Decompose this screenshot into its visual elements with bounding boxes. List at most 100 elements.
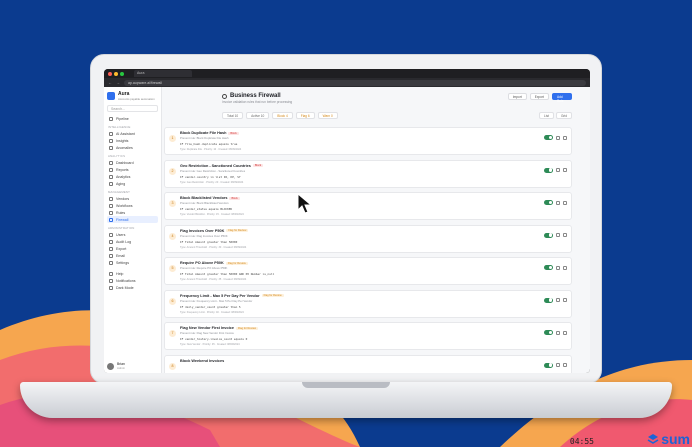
browser-tab[interactable]: Aura bbox=[134, 70, 192, 77]
filter-active[interactable]: Active 10 bbox=[246, 112, 270, 119]
sidebar-item-aging[interactable]: Aging bbox=[107, 180, 158, 187]
rule-condition: IF vendor_status equals BLOCKED bbox=[180, 207, 233, 211]
moon-icon bbox=[109, 285, 113, 290]
sidebar-item-vendors[interactable]: Vendors bbox=[107, 195, 158, 202]
section-title: ANALYTICS bbox=[108, 154, 126, 158]
back-arrow-icon[interactable]: ← bbox=[108, 80, 112, 85]
import-button[interactable]: Import bbox=[507, 93, 527, 100]
minimize-window-icon[interactable] bbox=[114, 71, 118, 76]
rule-card[interactable]: 2 Geo Restriction - Sanctioned Countries… bbox=[164, 159, 572, 188]
sidebar-item-notifications[interactable]: Notifications bbox=[107, 277, 158, 284]
rule-card[interactable]: 7 Flag New Vendor First Invoice Flag for… bbox=[164, 322, 572, 350]
rule-meta: Type: New Vendor · Priority: 45 · Create… bbox=[180, 343, 240, 346]
rule-title-text: Geo Restriction - Sanctioned Countries bbox=[180, 163, 251, 168]
rule-title-text: Block Duplicate File Hash bbox=[180, 131, 227, 135]
rule-enabled-toggle[interactable] bbox=[544, 232, 553, 238]
rule-card[interactable]: 5 Require PO Above P50K Flag for Review … bbox=[164, 257, 572, 285]
sidebar-item-rules[interactable]: Rules bbox=[107, 209, 158, 216]
rule-condition: IF Total Amount greater than 50000 bbox=[180, 239, 238, 244]
page-subtitle: Invoice validation rules that run before… bbox=[222, 100, 293, 104]
rule-enabled-toggle[interactable] bbox=[544, 265, 553, 270]
sidebar-item-users[interactable]: Users bbox=[107, 231, 158, 238]
brand-subtitle: Accounts payable automation bbox=[118, 97, 155, 101]
rule-card[interactable]: 6 Frequency Limit - Max 5 Per Day Per Ve… bbox=[164, 289, 572, 318]
rule-enabled-toggle[interactable] bbox=[544, 362, 553, 368]
sidebar-item-settings[interactable]: Settings bbox=[107, 259, 158, 266]
rule-title: Block Blacklisted Vendors Block bbox=[180, 196, 567, 200]
search-input[interactable]: Search... bbox=[107, 105, 158, 112]
rule-number: 3 bbox=[169, 200, 176, 207]
trash-icon[interactable] bbox=[563, 135, 567, 140]
sidebar-item-email[interactable]: Email bbox=[107, 252, 158, 259]
edit-icon[interactable] bbox=[556, 200, 560, 205]
sidebar-item-help[interactable]: Help bbox=[107, 270, 158, 277]
sidebar-item-ai-assistant[interactable]: AI Assistant bbox=[107, 130, 158, 137]
rule-enabled-toggle[interactable] bbox=[544, 135, 553, 140]
add-rule-button[interactable]: Add Rule bbox=[552, 93, 572, 103]
page-header: Business Firewall Invoice validation rul… bbox=[222, 93, 572, 104]
trash-icon[interactable] bbox=[563, 233, 567, 237]
edit-icon[interactable] bbox=[556, 233, 560, 237]
trash-icon[interactable] bbox=[563, 265, 567, 270]
rule-body: Flag Invoices Over P50K Flag for Review … bbox=[180, 229, 567, 249]
forward-arrow-icon[interactable]: → bbox=[116, 80, 120, 85]
sidebar-item-insights[interactable]: Insights bbox=[107, 137, 158, 144]
edit-icon[interactable] bbox=[556, 298, 560, 302]
rule-enabled-toggle[interactable] bbox=[544, 297, 553, 303]
sparkle-icon bbox=[109, 131, 113, 136]
edit-icon[interactable] bbox=[556, 330, 560, 335]
edit-icon[interactable] bbox=[556, 168, 560, 172]
sidebar-item-dark-mode[interactable]: Dark Mode bbox=[107, 284, 158, 291]
rule-card[interactable]: 8 Block Weekend Invoices bbox=[164, 354, 572, 373]
sidebar-item-dashboard[interactable]: Dashboard bbox=[107, 159, 158, 166]
user-profile[interactable]: Brian Admin bbox=[107, 362, 125, 370]
rule-number: 2 bbox=[169, 167, 176, 175]
filter-total[interactable]: Total 10 bbox=[222, 112, 244, 119]
sidebar-item-anomalies[interactable]: Anomalies bbox=[107, 144, 158, 151]
sum-logo: sum bbox=[647, 431, 690, 447]
view-grid-button[interactable]: Grid bbox=[555, 112, 572, 119]
rule-condition: IF Total Amount greater than 50000 AND P… bbox=[180, 272, 275, 276]
edit-icon[interactable] bbox=[556, 363, 560, 367]
sidebar-item-export[interactable]: Export bbox=[107, 245, 158, 252]
section-title: ADMINISTRATION bbox=[108, 226, 135, 230]
rule-card[interactable]: 4 Flag Invoices Over P50K Flag for Revie… bbox=[164, 224, 572, 253]
close-window-icon[interactable] bbox=[108, 71, 112, 76]
sidebar-item-firewall[interactable]: Firewall bbox=[107, 216, 158, 223]
rule-card[interactable]: 1 Block Duplicate File Hash Block Preven… bbox=[164, 127, 572, 155]
rule-card[interactable]: 3 Block Blacklisted Vendors Block Preven… bbox=[164, 192, 572, 220]
rule-enabled-toggle[interactable] bbox=[544, 330, 553, 335]
rule-title: Flag Invoices Over P50K Flag for Review bbox=[180, 229, 567, 233]
rule-description: Prevent rule: Flag New Vendor First Invo… bbox=[180, 331, 234, 335]
rule-action-badge: Flag for Review bbox=[225, 261, 248, 265]
mail-icon bbox=[109, 253, 113, 258]
edit-icon[interactable] bbox=[556, 135, 560, 140]
trash-icon[interactable] bbox=[563, 200, 567, 205]
filter-warn[interactable]: Warn 0 bbox=[317, 112, 338, 119]
sidebar-item-audit-log[interactable]: Audit Log bbox=[107, 238, 158, 245]
export-button[interactable]: Export bbox=[529, 93, 549, 100]
brand-logo-icon bbox=[107, 92, 115, 100]
view-list-button[interactable]: List bbox=[539, 112, 554, 119]
rule-number: 6 bbox=[169, 297, 176, 305]
maximize-window-icon[interactable] bbox=[120, 71, 124, 76]
address-bar[interactable]: ap.aupware.ai/firewall bbox=[124, 79, 586, 86]
header-actions: Import Export Add Rule bbox=[507, 93, 572, 103]
sidebar-item-pipeline[interactable]: Pipeline bbox=[107, 115, 158, 122]
help-icon bbox=[109, 271, 113, 276]
sidebar-item-analytics[interactable]: Analytics bbox=[107, 173, 158, 180]
trash-icon[interactable] bbox=[563, 330, 567, 335]
chart-icon bbox=[109, 174, 113, 179]
rule-enabled-toggle[interactable] bbox=[544, 167, 553, 173]
rule-enabled-toggle[interactable] bbox=[544, 200, 553, 205]
edit-icon[interactable] bbox=[556, 265, 560, 270]
sidebar-item-reports[interactable]: Reports bbox=[107, 166, 158, 173]
rule-description: Prevent rule: Frequency Limit - Max 5 Pe… bbox=[180, 298, 253, 303]
trash-icon[interactable] bbox=[563, 168, 567, 172]
filter-block[interactable]: Block 4 bbox=[272, 112, 293, 119]
filter-flag[interactable]: Flag 6 bbox=[295, 112, 315, 119]
sidebar-item-workflows[interactable]: Workflows bbox=[107, 202, 158, 209]
trash-icon[interactable] bbox=[563, 363, 567, 367]
rule-number: 7 bbox=[169, 330, 176, 337]
trash-icon[interactable] bbox=[563, 298, 567, 302]
